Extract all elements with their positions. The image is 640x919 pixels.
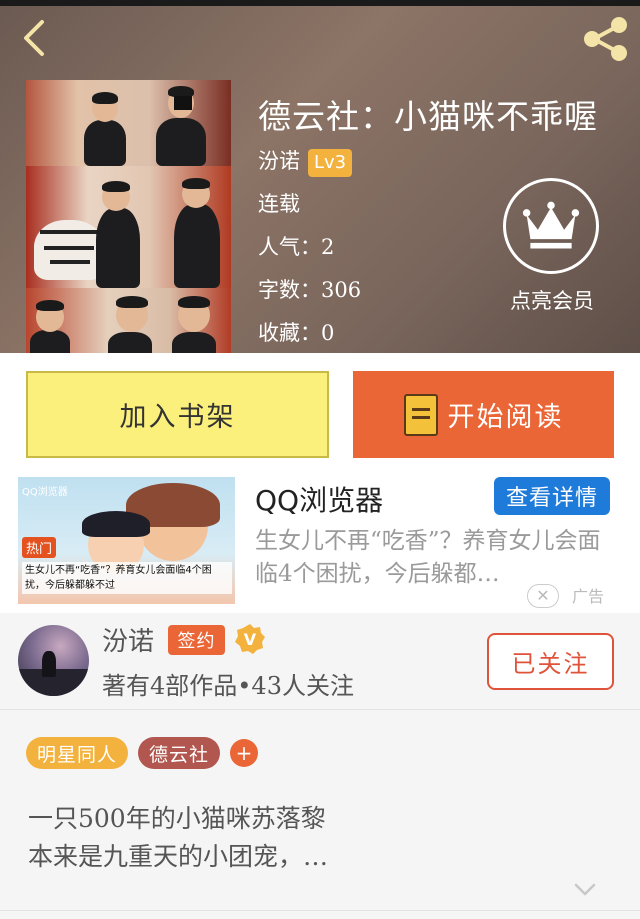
book-header: 德云社：小猫咪不乖喔 汾诺 Lv3 连载 人气：2 字数：306 收藏：0 点亮会… — [0, 0, 640, 353]
ad-image-caption: 生女儿不再“吃香”？养育女儿会面临4个困扰，今后躲都躲不过 — [22, 562, 232, 594]
add-tag-button[interactable]: + — [230, 739, 259, 767]
tag-item[interactable]: 德云社 — [138, 737, 221, 769]
add-to-shelf-button[interactable]: 加入书架 — [26, 371, 329, 458]
author-avatar[interactable] — [18, 625, 89, 696]
ad-label: 广告 — [572, 587, 605, 606]
svg-text:V: V — [244, 630, 257, 649]
ad-title[interactable]: QQ浏览器 — [255, 479, 383, 519]
back-arrow-icon[interactable] — [16, 18, 56, 58]
ad-detail-button[interactable]: 查看详情 — [494, 477, 610, 515]
add-to-shelf-label: 加入书架 — [119, 402, 236, 433]
favorites-count: 收藏：0 — [258, 321, 335, 345]
serial-status: 连载 — [258, 192, 300, 216]
book-icon — [403, 393, 438, 436]
share-icon[interactable] — [580, 16, 630, 62]
book-title: 德云社：小猫咪不乖喔 — [258, 97, 598, 136]
ad-image-brand: QQ浏览器 — [22, 487, 68, 498]
author-level-badge: Lv3 — [308, 149, 353, 177]
start-reading-button[interactable]: 开始阅读 — [353, 371, 614, 458]
ad-banner[interactable]: QQ浏览器 热门 生女儿不再“吃香”？养育女儿会面临4个困扰，今后躲都躲不过 Q… — [0, 475, 640, 613]
author-card: 汾诺 签约 V 著有4部作品•43人关注 已关注 — [0, 613, 640, 710]
divider — [0, 910, 640, 911]
synopsis-line: 本来是九重天的小团宠，… — [28, 842, 329, 871]
author-card-name[interactable]: 汾诺 — [102, 621, 154, 658]
ad-image[interactable]: QQ浏览器 热门 生女儿不再“吃香”？养育女儿会面临4个困扰，今后躲都躲不过 — [18, 477, 235, 604]
vip-crown-button[interactable] — [503, 178, 599, 274]
word-count: 字数：306 — [258, 278, 362, 302]
popularity: 人气：2 — [258, 235, 335, 259]
author-line: 汾诺 Lv3 — [258, 145, 353, 177]
signed-badge: 签约 — [168, 625, 225, 655]
ad-close-icon[interactable]: ✕ — [527, 584, 559, 608]
ad-image-hot-badge: 热门 — [22, 537, 57, 558]
crown-icon — [522, 201, 580, 249]
vip-label[interactable]: 点亮会员 — [500, 285, 604, 315]
book-cover[interactable] — [26, 80, 231, 353]
author-name[interactable]: 汾诺 — [258, 149, 300, 173]
tag-item[interactable]: 明星同人 — [26, 737, 129, 769]
synopsis-line: 一只500年的小猫咪苏落黎 — [28, 804, 326, 833]
book-synopsis[interactable]: 一只500年的小猫咪苏落黎 本来是九重天的小团宠，… — [28, 800, 608, 876]
start-reading-label: 开始阅读 — [447, 402, 564, 433]
action-bar: 加入书架 开始阅读 — [0, 353, 640, 475]
follow-button[interactable]: 已关注 — [487, 633, 614, 690]
chevron-down-icon[interactable] — [574, 883, 596, 897]
ad-description[interactable]: 生女儿不再“吃香”？养育女儿会面临4个困扰，今后躲都… — [255, 525, 615, 591]
author-stats: 著有4部作品•43人关注 — [102, 672, 354, 700]
tag-list: 明星同人 德云社 + — [26, 737, 259, 769]
verified-v-icon: V — [235, 624, 265, 654]
